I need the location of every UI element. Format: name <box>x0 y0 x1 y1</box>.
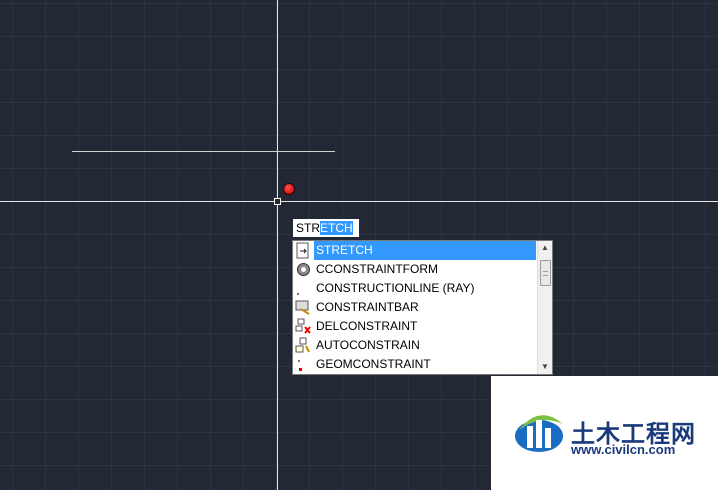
auto-constrain-icon <box>295 337 310 353</box>
suggestion-label: DELCONSTRAINT <box>316 319 418 333</box>
suggestion-item-autoconstrain[interactable]: AUTOCONSTRAIN <box>293 336 538 355</box>
scroll-up-arrow-icon[interactable]: ▲ <box>538 241 552 255</box>
watermark-url: www.civilcn.com <box>571 442 676 457</box>
constraint-bar-icon <box>295 300 310 315</box>
command-autocomplete-text: ETCH <box>320 221 353 235</box>
suggestion-label: CONSTRAINTBAR <box>316 300 419 314</box>
suggestion-item-geomconstraint[interactable]: GEOMCONSTRAINT <box>293 355 538 374</box>
suggestion-scrollbar[interactable]: ▲ ▼ <box>537 241 552 374</box>
suggestion-item-cconstraintform[interactable]: CCONSTRAINTFORM <box>293 260 538 279</box>
scroll-down-arrow-icon[interactable]: ▼ <box>538 360 552 374</box>
geom-constraint-icon <box>298 360 302 371</box>
suggestion-label: CONSTRUCTIONLINE (RAY) <box>316 281 475 295</box>
stretch-icon <box>296 242 309 259</box>
construction-line-icon <box>297 293 299 295</box>
suggestion-label: AUTOCONSTRAIN <box>316 338 420 352</box>
delete-constraint-icon <box>295 318 311 334</box>
dynamic-command-input[interactable]: STRETCH <box>293 219 359 237</box>
command-suggestion-list[interactable]: STRETCH CCONSTRAINTFORM CONSTRUCTIONLINE… <box>292 240 553 375</box>
command-typed-text: STR <box>296 221 320 235</box>
drawn-line[interactable] <box>72 151 335 152</box>
suggestion-label: GEOMCONSTRAINT <box>316 357 431 371</box>
scroll-thumb[interactable] <box>540 260 551 286</box>
cursor-pickbox <box>274 198 281 205</box>
suggestion-item-stretch[interactable]: STRETCH <box>293 241 538 260</box>
gear-icon <box>297 263 310 276</box>
suggestion-label: STRETCH <box>314 241 536 260</box>
civilcn-logo-icon <box>515 415 563 452</box>
suggestion-label: CCONSTRAINTFORM <box>316 262 438 276</box>
watermark: 土木工程网 www.civilcn.com <box>491 376 718 490</box>
crosshair-vertical <box>277 0 278 490</box>
suggestion-item-constructionline[interactable]: CONSTRUCTIONLINE (RAY) <box>293 279 538 298</box>
red-marker-icon <box>283 183 295 195</box>
crosshair-horizontal <box>0 201 718 202</box>
suggestion-item-constraintbar[interactable]: CONSTRAINTBAR <box>293 298 538 317</box>
suggestion-item-delconstraint[interactable]: DELCONSTRAINT <box>293 317 538 336</box>
